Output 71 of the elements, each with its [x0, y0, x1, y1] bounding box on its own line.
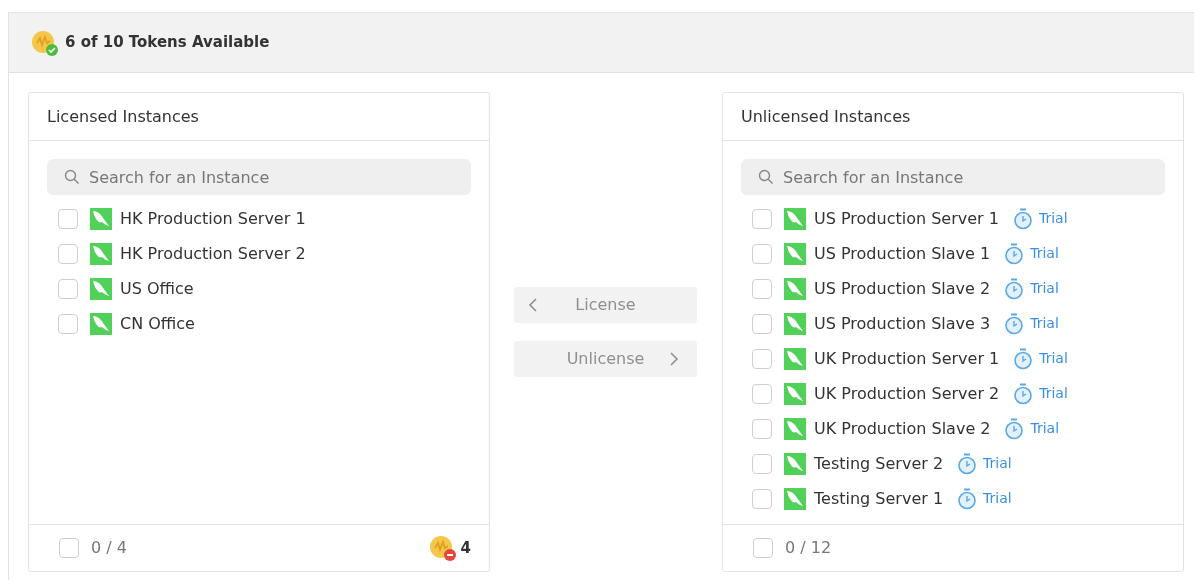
checkbox[interactable]: [58, 278, 78, 299]
database-icon: [784, 417, 806, 440]
chevron-right-icon: [669, 351, 679, 367]
checkbox[interactable]: [752, 278, 772, 299]
chevron-left-icon: [528, 297, 538, 313]
checkbox[interactable]: [752, 418, 772, 439]
panel-title: Licensed Instances: [47, 105, 199, 128]
instance-name: UK Production Server 2: [814, 382, 1000, 405]
checkbox[interactable]: [752, 243, 772, 264]
trial-label: Trial: [1039, 384, 1068, 403]
database-icon: [784, 452, 806, 475]
database-icon: [784, 487, 806, 510]
trial-label: Trial: [1039, 349, 1068, 368]
token-minus-icon: [428, 535, 457, 561]
database-icon: [784, 312, 806, 335]
instance-name: US Production Slave 3: [814, 312, 991, 335]
stopwatch-icon: [1004, 312, 1025, 335]
instance-name: UK Production Slave 2: [814, 417, 991, 440]
stopwatch-icon: [1013, 382, 1034, 405]
token-check-icon: [31, 29, 59, 56]
checkbox[interactable]: [58, 208, 78, 229]
token-count: 4: [460, 537, 471, 559]
trial-label: Trial: [1030, 244, 1059, 263]
instance-name: US Office: [120, 277, 194, 300]
instance-name: US Production Slave 1: [814, 242, 991, 265]
stopwatch-icon: [957, 487, 978, 510]
trial-label: Trial: [983, 489, 1012, 508]
database-icon: [784, 382, 806, 405]
instance-name: US Production Slave 2: [814, 277, 991, 300]
database-icon: [784, 242, 806, 265]
database-icon: [90, 207, 112, 230]
checkbox[interactable]: [752, 313, 772, 334]
stopwatch-icon: [1004, 242, 1025, 265]
database-icon: [90, 312, 112, 335]
stopwatch-icon: [1004, 417, 1025, 440]
tokens-available-label: 6 of 10 Tokens Available: [65, 32, 270, 54]
trial-label: Trial: [1030, 314, 1059, 333]
selection-count: 0 / 4: [91, 537, 127, 559]
instance-name: Testing Server 1: [814, 487, 944, 510]
database-icon: [90, 242, 112, 265]
search-field[interactable]: Search for an Instance: [741, 159, 1165, 195]
database-icon: [784, 277, 806, 300]
instance-name: US Production Server 1: [814, 207, 999, 230]
checkbox[interactable]: [58, 313, 78, 334]
checkbox[interactable]: [752, 348, 772, 369]
stopwatch-icon: [957, 452, 978, 475]
instance-name: UK Production Server 1: [814, 347, 1000, 370]
trial-label: Trial: [1030, 279, 1059, 298]
search-field[interactable]: Search for an Instance: [47, 159, 471, 195]
stopwatch-icon: [1013, 347, 1034, 370]
instance-name: HK Production Server 1: [120, 207, 306, 230]
checkbox[interactable]: [752, 208, 772, 229]
trial-label: Trial: [1030, 419, 1060, 438]
selection-count: 0 / 12: [785, 537, 832, 559]
checkbox[interactable]: [59, 538, 79, 558]
checkbox[interactable]: [58, 243, 78, 264]
trial-label: Trial: [1038, 209, 1068, 228]
database-icon: [784, 347, 806, 370]
instance-name: CN Office: [120, 312, 195, 335]
database-icon: [784, 207, 806, 230]
checkbox[interactable]: [752, 488, 772, 509]
database-icon: [90, 277, 112, 300]
checkbox[interactable]: [753, 538, 773, 558]
trial-label: Trial: [983, 454, 1012, 473]
checkbox[interactable]: [752, 383, 772, 404]
checkbox[interactable]: [752, 453, 772, 474]
instance-name: HK Production Server 2: [120, 242, 306, 265]
stopwatch-icon: [1004, 277, 1025, 300]
instance-name: Testing Server 2: [814, 452, 944, 475]
stopwatch-icon: [1012, 207, 1033, 230]
panel-title: Unlicensed Instances: [741, 105, 911, 128]
